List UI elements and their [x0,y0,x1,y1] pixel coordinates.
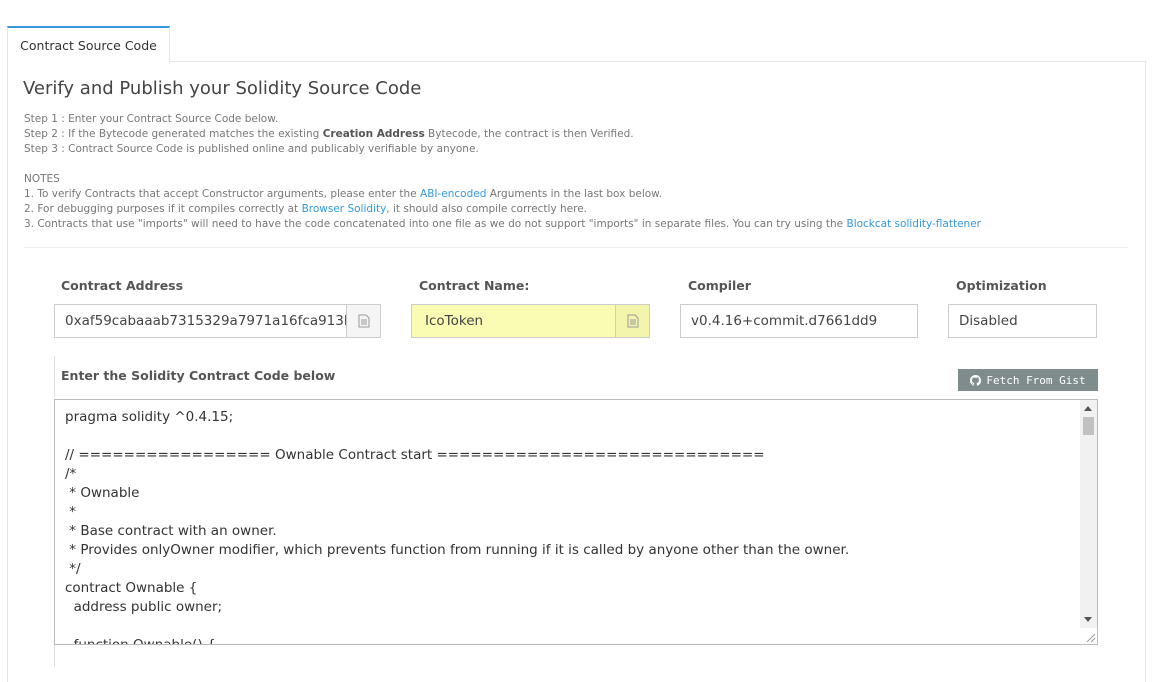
scroll-down-icon[interactable] [1084,617,1092,622]
tab-bar: Contract Source Code [7,26,1146,63]
solidity-flattener-link[interactable]: Blockcat solidity-flattener [846,218,980,230]
compiler-label: Compiler [688,278,751,293]
tab-contract-source-code[interactable]: Contract Source Code [7,26,170,63]
step-2-bold: Creation Address [322,128,425,140]
browser-solidity-link[interactable]: Browser Solidity [302,203,387,215]
github-icon [970,374,982,386]
contract-address-input[interactable]: 0xaf59cabaaab7315329a7971a16fca913b [54,304,347,338]
abi-encoded-link[interactable]: ABI-encoded [420,188,486,200]
scroll-thumb[interactable] [1083,417,1094,435]
left-guide-line-bottom [54,645,55,667]
optimization-label: Optimization [956,278,1047,293]
code-label: Enter the Solidity Contract Code below [61,368,336,383]
note-2: 2. For debugging purposes if it compiles… [24,202,981,217]
page-title: Verify and Publish your Solidity Source … [23,78,422,99]
section-divider [24,247,1128,248]
left-guide-line [54,356,55,396]
step-2-text-end: Bytecode, the contract is then Verified. [424,128,634,140]
source-code-text: pragma solidity ^0.4.15; // ============… [65,409,850,645]
document-icon [627,314,638,328]
notes-heading: NOTES [24,173,60,185]
note-2-text: 2. For debugging purposes if it compiles… [24,203,302,215]
contract-name-addon[interactable] [615,304,650,338]
tab-label: Contract Source Code [20,37,157,53]
optimization-select[interactable]: Disabled [948,304,1097,338]
note-2-text-end: , it should also compile correctly here. [386,203,588,215]
contract-address-addon[interactable] [346,304,381,338]
note-3-text: 3. Contracts that use "imports" will nee… [24,218,847,230]
document-icon [358,314,369,328]
scroll-up-icon[interactable] [1084,406,1092,411]
step-1: Step 1 : Enter your Contract Source Code… [24,113,279,125]
contract-name-input[interactable]: IcoToken [411,304,616,338]
contract-name-label: Contract Name: [419,278,530,293]
resize-handle-icon[interactable] [1084,631,1096,643]
step-2-text: Step 2 : If the Bytecode generated match… [24,128,323,140]
contract-address-label: Contract Address [61,278,184,293]
fetch-from-gist-label: Fetch From Gist [986,373,1086,387]
step-2: Step 2 : If the Bytecode generated match… [24,127,634,142]
fetch-from-gist-button[interactable]: Fetch From Gist [958,369,1098,391]
steps-block: Step 1 : Enter your Contract Source Code… [24,112,634,157]
notes-block: NOTES 1. To verify Contracts that accept… [24,172,981,232]
note-1: 1. To verify Contracts that accept Const… [24,187,981,202]
source-code-textarea[interactable]: pragma solidity ^0.4.15; // ============… [54,399,1098,645]
note-1-text: 1. To verify Contracts that accept Const… [24,188,421,200]
note-1-text-end: Arguments in the last box below. [486,188,663,200]
compiler-select[interactable]: v0.4.16+commit.d7661dd9 [680,304,918,338]
code-scrollbar[interactable] [1080,400,1097,628]
step-3: Step 3 : Contract Source Code is publish… [24,143,479,155]
note-3: 3. Contracts that use "imports" will nee… [24,217,981,232]
